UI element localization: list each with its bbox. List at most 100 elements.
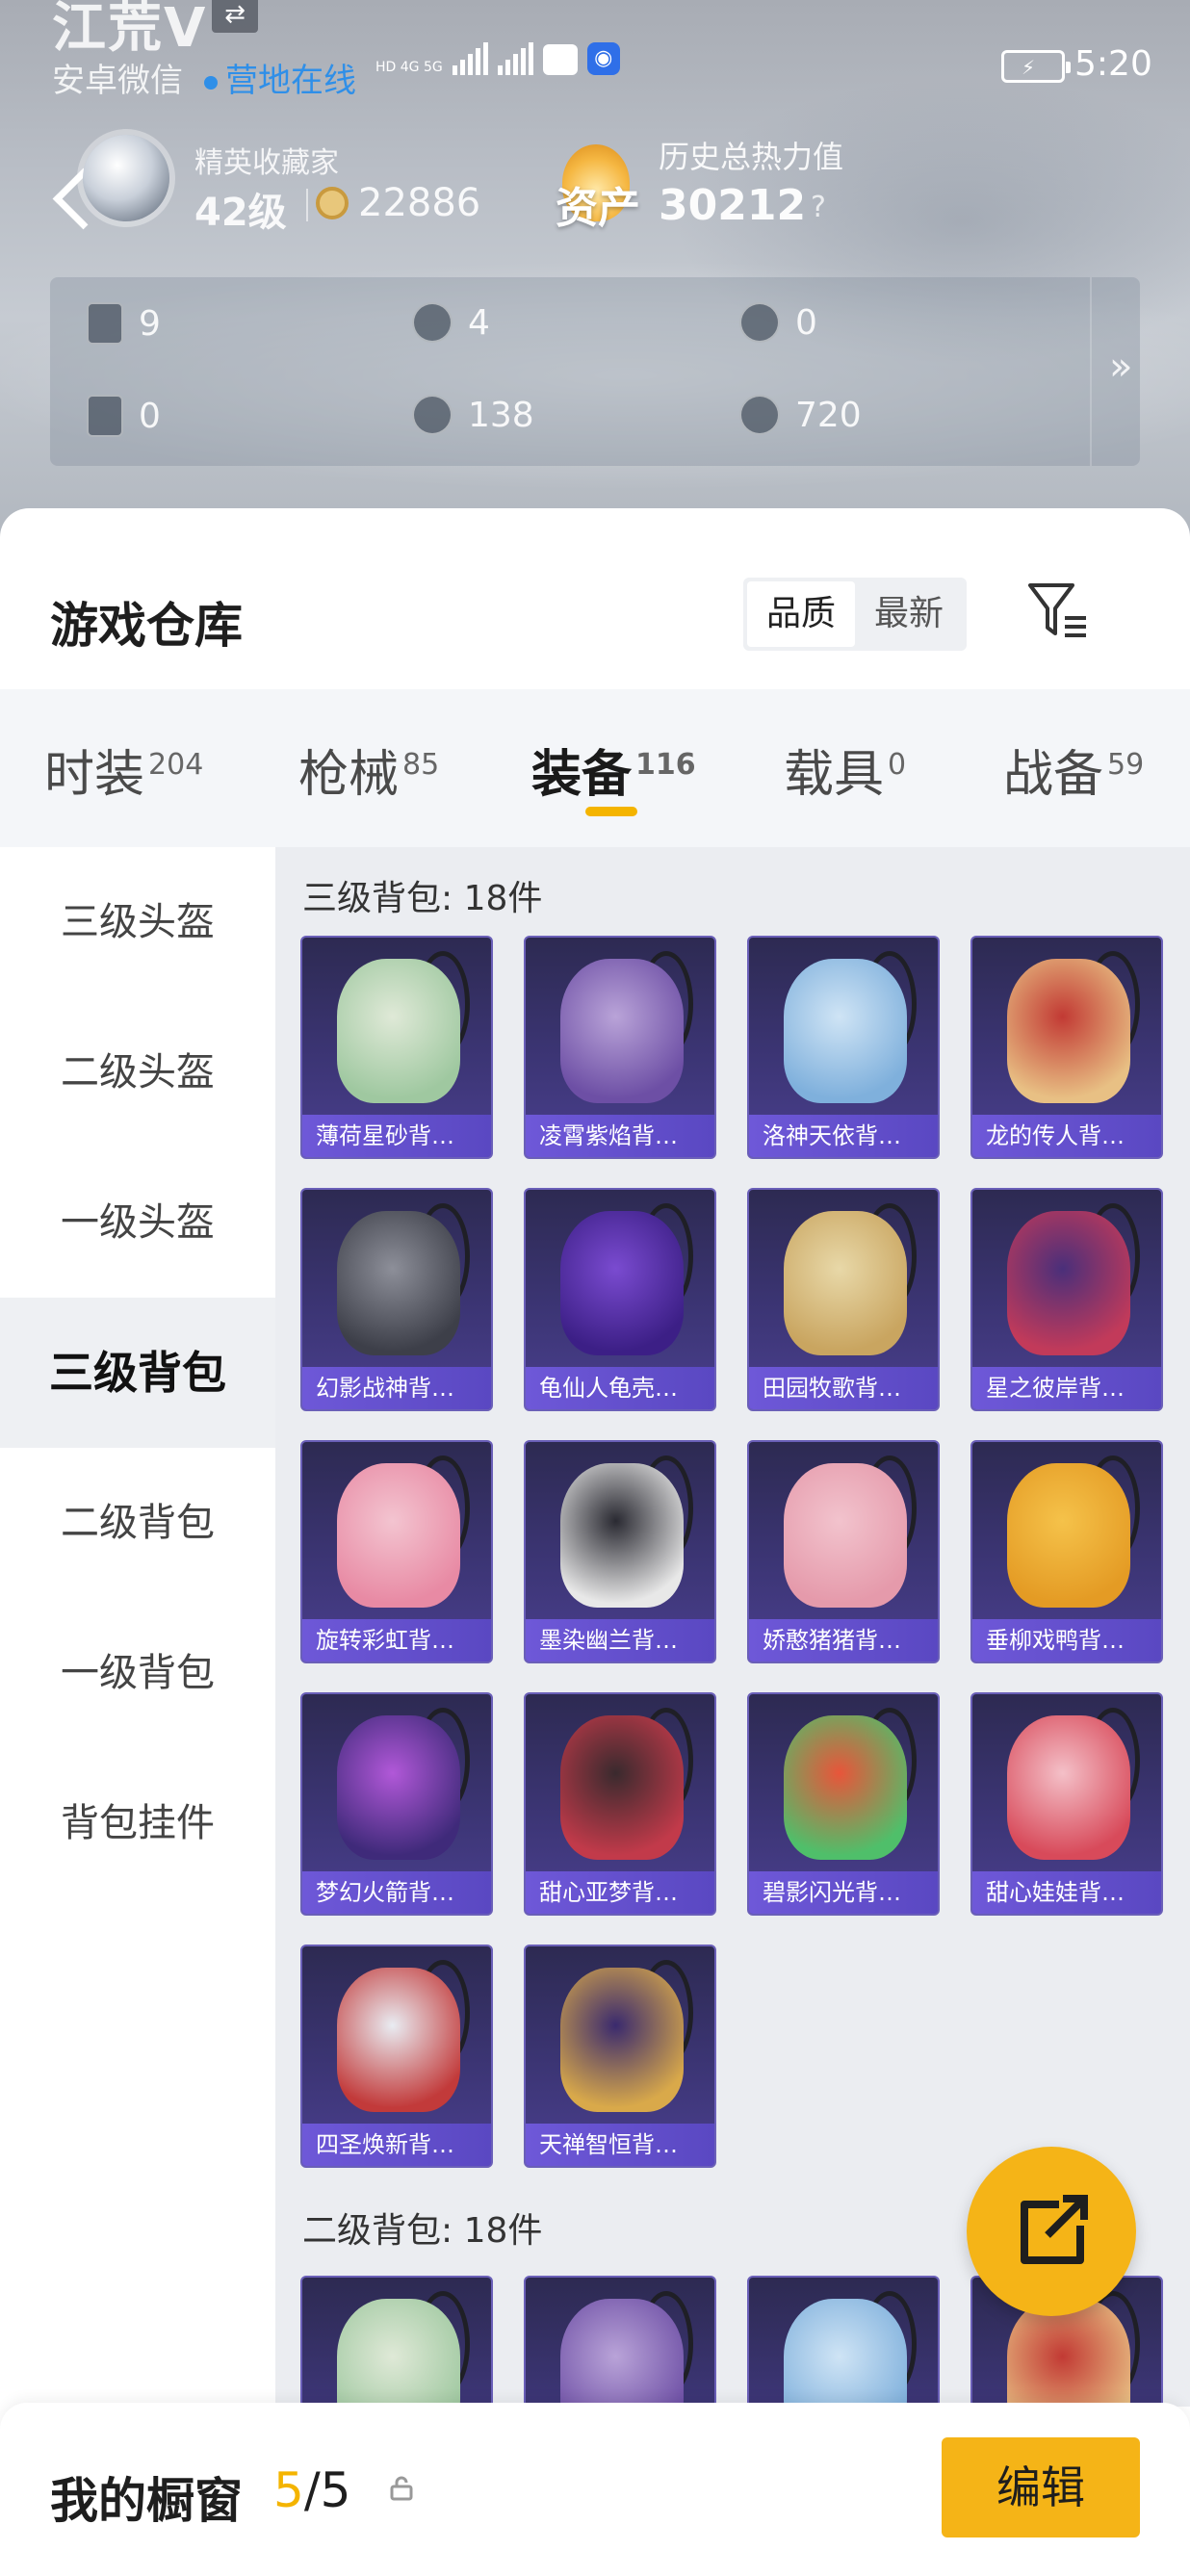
item-card[interactable]: 甜心娃娃背… — [970, 1692, 1163, 1916]
rank-emblem-icon — [83, 135, 169, 221]
clock: 5:20 — [1074, 44, 1152, 84]
backpack-image — [784, 1211, 907, 1355]
item-name: 墨染幽兰背… — [526, 1619, 714, 1662]
sidebar-item-helmet-3[interactable]: 三级头盔 — [0, 847, 275, 997]
share-icon — [1021, 2195, 1088, 2264]
item-name: 天禅智恒背… — [526, 2124, 714, 2166]
sidebar-item-backpack-charm[interactable]: 背包挂件 — [0, 1748, 275, 1898]
switch-account-icon[interactable]: ⇄ — [212, 0, 258, 33]
item-card[interactable] — [300, 2276, 493, 2407]
item-card[interactable]: 四圣焕新背… — [300, 1945, 493, 2168]
item-card[interactable]: 洛神天依背… — [747, 936, 940, 1159]
item-card[interactable]: 龟仙人龟壳… — [524, 1188, 716, 1411]
tab-guns[interactable]: 枪械 85 — [298, 734, 439, 806]
heat-label: 历史总热力值 — [659, 139, 844, 175]
item-card[interactable]: 碧影闪光背… — [747, 1692, 940, 1916]
network-indicators: HD 4G 5G ◉ — [375, 42, 620, 75]
item-card[interactable]: 垂柳戏鸭背… — [970, 1440, 1163, 1663]
resource-item: 138 — [412, 395, 534, 435]
share-button[interactable] — [967, 2147, 1136, 2316]
backpack-image — [337, 1968, 460, 2112]
backpack-image — [337, 1715, 460, 1860]
divider — [306, 189, 308, 221]
backpack-image — [784, 959, 907, 1103]
item-name: 龙的传人背… — [972, 1115, 1161, 1157]
sort-quality-button[interactable]: 品质 — [747, 581, 855, 647]
resource-item: 0 — [87, 395, 161, 437]
backpack-image — [337, 1211, 460, 1355]
backpack-image — [1007, 1463, 1130, 1608]
item-name: 碧影闪光背… — [749, 1871, 938, 1914]
item-card[interactable]: 田园牧歌背… — [747, 1188, 940, 1411]
item-name: 甜心娃娃背… — [972, 1871, 1161, 1914]
tab-supplies[interactable]: 战备 59 — [1003, 734, 1144, 806]
help-icon[interactable]: ? — [811, 191, 826, 224]
network-label: HD 4G 5G — [375, 60, 443, 75]
item-name: 薄荷星砂背… — [302, 1115, 491, 1157]
item-name: 垂柳戏鸭背… — [972, 1619, 1161, 1662]
item-name: 凌霄紫焰背… — [526, 1115, 714, 1157]
lightbulb-icon: ◉ — [586, 42, 620, 75]
showcase-label: 我的橱窗 — [50, 2473, 243, 2529]
coin-icon — [316, 187, 349, 219]
item-name: 洛神天依背… — [749, 1115, 938, 1157]
profile-header: 江荒V ⇄ 安卓微信 营地在线 HD 4G 5G ◉ ⚡ 5:20 精英收藏家 … — [0, 0, 1190, 578]
backpack-image — [337, 1463, 460, 1608]
signal-icon-2 — [497, 42, 533, 75]
backpack-image — [784, 1715, 907, 1860]
asset-icon: 资产 — [545, 144, 651, 233]
heat-value: 30212 — [659, 181, 807, 230]
item-card[interactable]: 幻影战神背… — [300, 1188, 493, 1411]
sidebar-item-backpack-1[interactable]: 一级背包 — [0, 1598, 275, 1748]
expand-resources-icon[interactable]: » — [1109, 345, 1132, 389]
item-card[interactable]: 星之彼岸背… — [970, 1188, 1163, 1411]
backpack-image — [1007, 1211, 1130, 1355]
backpack-image — [784, 2299, 907, 2407]
online-dot-icon — [204, 75, 218, 90]
item-card[interactable] — [747, 2276, 940, 2407]
ticket-icon — [87, 395, 123, 437]
asset-label: 资产 — [556, 184, 640, 233]
backpack-image — [560, 1211, 684, 1355]
filter-icon[interactable] — [1024, 576, 1092, 643]
tab-fashion[interactable]: 时装 204 — [44, 734, 203, 806]
sort-newest-button[interactable]: 最新 — [855, 581, 963, 647]
message-icon — [542, 44, 578, 75]
sidebar-item-helmet-1[interactable]: 一级头盔 — [0, 1147, 275, 1298]
item-name: 幻影战神背… — [302, 1367, 491, 1409]
resource-item: 9 — [87, 302, 161, 345]
item-card[interactable]: 天禅智恒背… — [524, 1945, 716, 2168]
resource-item: 4 — [412, 302, 490, 343]
sidebar: 三级头盔 二级头盔 一级头盔 三级背包 二级背包 一级背包 背包挂件 — [0, 847, 275, 2407]
item-card[interactable]: 薄荷星砂背… — [300, 936, 493, 1159]
backpack-image — [337, 959, 460, 1103]
card-icon — [87, 302, 123, 345]
tab-equipment[interactable]: 装备 116 — [531, 734, 696, 806]
backpack-image — [1007, 1715, 1130, 1860]
item-card[interactable] — [524, 2276, 716, 2407]
item-card[interactable]: 梦幻火箭背… — [300, 1692, 493, 1916]
item-name: 星之彼岸背… — [972, 1367, 1161, 1409]
sidebar-item-backpack-2[interactable]: 二级背包 — [0, 1448, 275, 1598]
medal-icon — [412, 302, 453, 343]
item-card[interactable]: 娇憨猪猪背… — [747, 1440, 940, 1663]
item-card[interactable]: 甜心亚梦背… — [524, 1692, 716, 1916]
edit-button[interactable]: 编辑 — [942, 2437, 1140, 2537]
tab-vehicles[interactable]: 载具 0 — [784, 734, 906, 806]
item-card[interactable]: 凌霄紫焰背… — [524, 936, 716, 1159]
showcase-count: 5/5 — [273, 2462, 351, 2518]
sidebar-item-backpack-3[interactable]: 三级背包 — [0, 1298, 275, 1448]
battery-icon: ⚡ — [1001, 50, 1071, 83]
crest-icon — [739, 302, 780, 343]
item-name: 甜心亚梦背… — [526, 1871, 714, 1914]
item-card[interactable]: 龙的传人背… — [970, 936, 1163, 1159]
item-card[interactable]: 墨染幽兰背… — [524, 1440, 716, 1663]
backpack-image — [560, 959, 684, 1103]
lock-icon — [390, 2476, 413, 2501]
backpack-image — [560, 2299, 684, 2407]
backpack-image — [1007, 959, 1130, 1103]
item-card[interactable]: 旋转彩虹背… — [300, 1440, 493, 1663]
sidebar-item-helmet-2[interactable]: 二级头盔 — [0, 997, 275, 1147]
item-name: 梦幻火箭背… — [302, 1871, 491, 1914]
active-tab-indicator — [585, 807, 637, 816]
